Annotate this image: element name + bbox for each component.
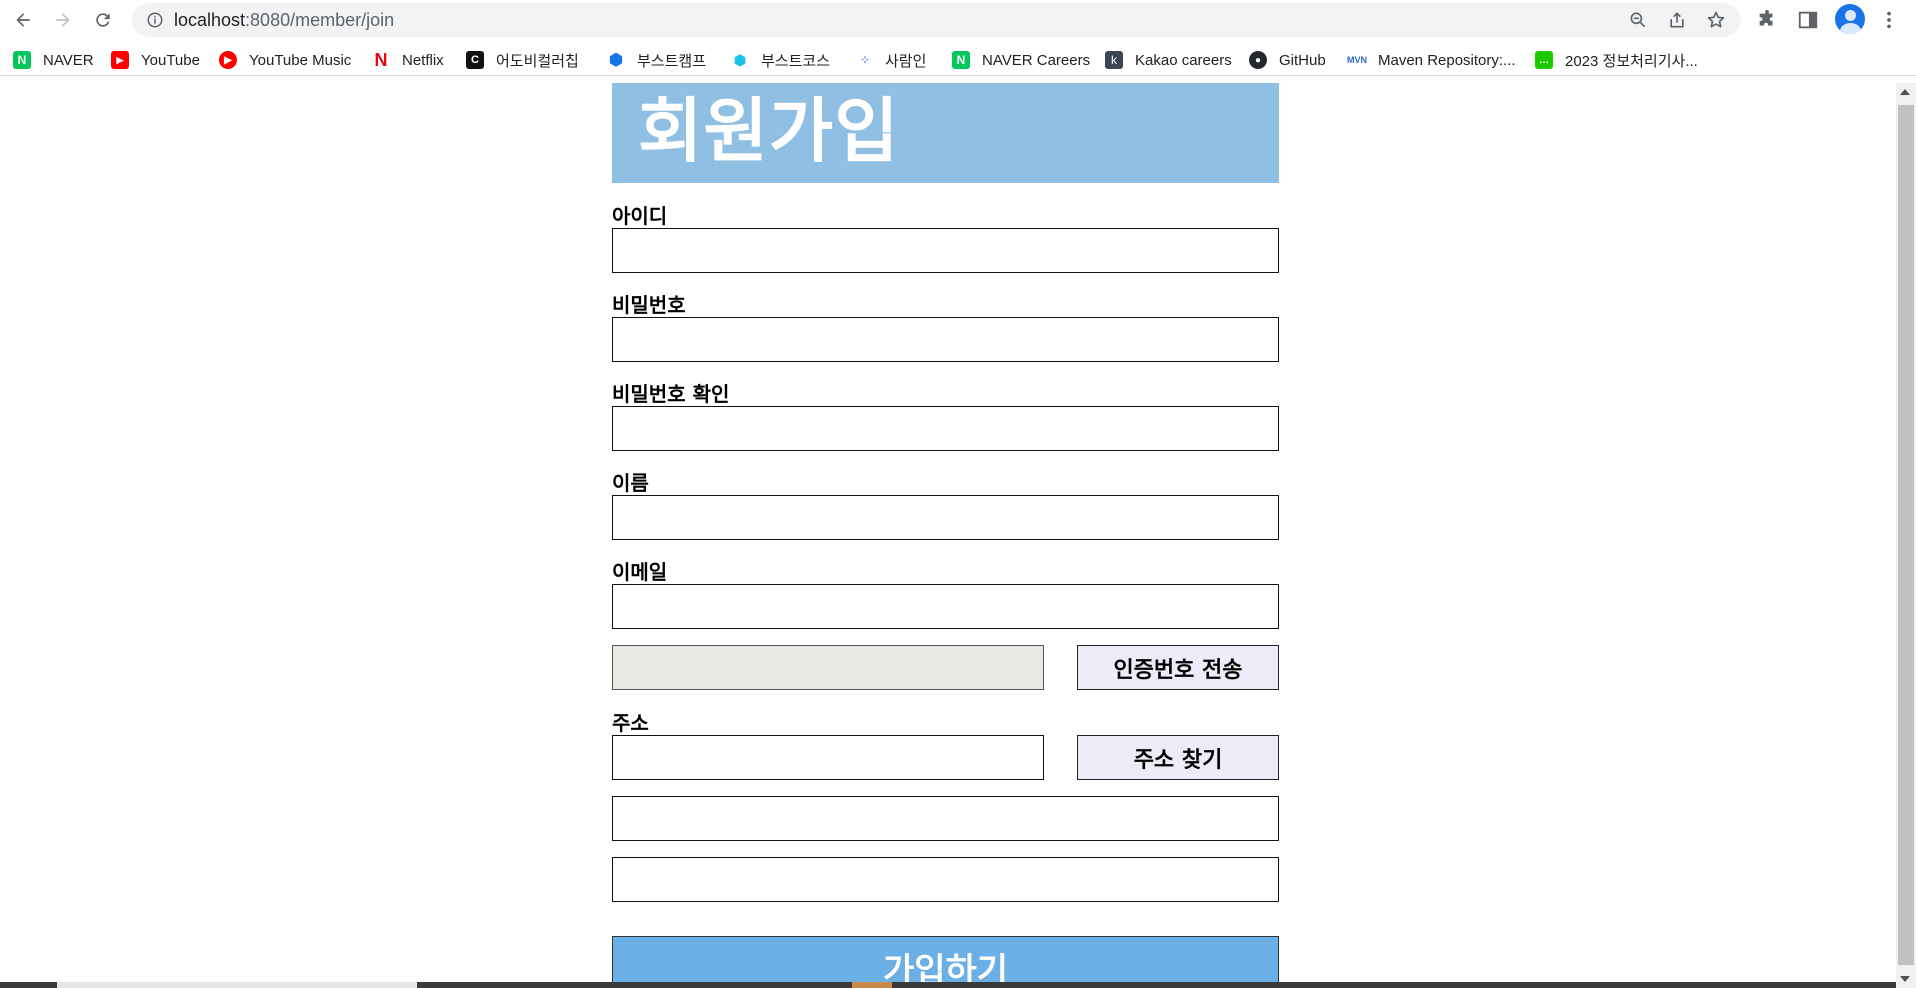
bookmark-maven-repository[interactable]: MVN Maven Repository:... [1347, 49, 1516, 71]
id-label: 아이디 [612, 204, 668, 228]
bookmark-kakao-careers[interactable]: k Kakao careers [1105, 49, 1232, 71]
email-input[interactable] [612, 584, 1279, 629]
taskbar-strip [0, 982, 1896, 988]
bookmarks-bar: N NAVER ▶ YouTube ▶ YouTube Music N Netflix … [0, 44, 1916, 76]
youtube-music-icon: ▶ [219, 51, 237, 69]
forward-button[interactable] [49, 6, 77, 34]
bookmark-youtube[interactable]: ▶ YouTube [111, 49, 200, 71]
maven-icon: MVN [1347, 55, 1367, 65]
puzzle-icon [1759, 9, 1773, 26]
youtube-icon: ▶ [111, 51, 129, 69]
password-confirm-input[interactable] [612, 406, 1279, 451]
zoom-icon[interactable] [1628, 10, 1648, 30]
avatar-head [1845, 10, 1856, 21]
address-detail-input[interactable] [612, 857, 1279, 902]
back-arrow-icon [16, 13, 30, 27]
url-path: :8080/member/join [245, 10, 395, 30]
bookmark-label: 부스트코스 [761, 52, 831, 70]
extensions-button[interactable] [1755, 8, 1779, 32]
bookmark-label: YouTube [141, 51, 200, 69]
bookmark-star-icon[interactable] [1706, 10, 1726, 30]
email-label: 이메일 [612, 560, 668, 584]
scroll-up-arrow-icon[interactable] [1900, 89, 1910, 95]
postcode-input[interactable] [612, 735, 1044, 780]
bookmark-boostcamp[interactable]: ⬢ 부스트캠프 [607, 49, 706, 71]
bookmark-label: 사람인 [885, 52, 927, 70]
page-header: 회원가입 [612, 83, 1279, 183]
bookmark-youtube-music[interactable]: ▶ YouTube Music [219, 49, 351, 71]
verification-code-input [612, 645, 1044, 690]
back-button[interactable] [9, 6, 37, 34]
reload-icon [96, 13, 110, 27]
page-scrollbar[interactable] [1896, 83, 1916, 988]
bookmark-label: Maven Repository:... [1378, 51, 1516, 69]
address-label: 주소 [612, 711, 649, 735]
kebab-menu-icon [1887, 11, 1891, 29]
bookmark-naver[interactable]: N NAVER [13, 49, 94, 71]
bookmark-saramin[interactable]: ⁘ 사람인 [855, 49, 926, 71]
bookmark-label: GitHub [1279, 51, 1326, 69]
name-label: 이름 [612, 471, 649, 495]
chat-bubble-icon: … [1535, 51, 1553, 69]
browser-toolbar: localhost:8080/member/join [0, 0, 1916, 40]
taskbar-segment-accent [852, 982, 892, 988]
avatar-body [1840, 23, 1861, 34]
naver-icon: N [13, 51, 31, 69]
bookmark-label: 어도비컬러칩 [496, 52, 579, 70]
site-info-icon[interactable] [146, 11, 164, 29]
bookmark-naver-careers[interactable]: N NAVER Careers [952, 49, 1090, 71]
bookmark-adobe-color[interactable]: C 어도비컬러칩 [466, 49, 579, 71]
bookmark-engineer-exam[interactable]: … 2023 정보처리기사... [1535, 49, 1698, 71]
address-input[interactable] [612, 796, 1279, 841]
send-code-button[interactable]: 인증번호 전송 [1077, 645, 1279, 690]
github-icon: ● [1249, 51, 1267, 69]
reload-button[interactable] [89, 6, 117, 34]
page-title: 회원가입 [638, 90, 900, 172]
boostcamp-icon: ⬢ [609, 52, 623, 69]
find-address-button[interactable]: 주소 찾기 [1077, 735, 1279, 780]
saramin-icon: ⁘ [859, 53, 870, 67]
boostcourse-icon: ⬢ [733, 51, 747, 68]
forward-arrow-icon [56, 13, 70, 27]
side-panel-button[interactable] [1796, 8, 1820, 32]
address-bar[interactable]: localhost:8080/member/join [132, 3, 1741, 37]
password-input[interactable] [612, 317, 1279, 362]
bookmark-boostcourse[interactable]: ⬢ 부스트코스 [731, 49, 830, 71]
bookmark-label: NAVER [43, 51, 94, 69]
side-panel-icon [1798, 11, 1818, 29]
id-input[interactable] [612, 228, 1279, 273]
bookmark-label: 2023 정보처리기사... [1565, 52, 1698, 70]
bookmark-label: Kakao careers [1135, 51, 1232, 69]
submit-button[interactable]: 가입하기 [612, 936, 1279, 988]
adobe-color-icon: C [466, 51, 484, 69]
bookmark-label: YouTube Music [249, 51, 352, 69]
taskbar-segment [57, 982, 417, 988]
bookmark-netflix[interactable]: N Netflix [372, 49, 444, 71]
scroll-thumb[interactable] [1898, 105, 1914, 965]
share-icon[interactable] [1667, 10, 1687, 30]
netflix-icon: N [374, 49, 388, 70]
menu-button[interactable] [1877, 8, 1901, 32]
password-label: 비밀번호 [612, 293, 686, 317]
bookmark-label: 부스트캠프 [637, 52, 707, 70]
scroll-down-arrow-icon[interactable] [1900, 976, 1910, 982]
page-viewport: 회원가입 아이디 비밀번호 비밀번호 확인 이름 이메일 인증번호 전송 주소 … [0, 83, 1896, 988]
naver-careers-icon: N [952, 51, 970, 69]
bookmark-label: Netflix [402, 51, 444, 69]
bookmark-github[interactable]: ● GitHub [1249, 49, 1326, 71]
bookmark-label: NAVER Careers [982, 51, 1091, 69]
password-confirm-label: 비밀번호 확인 [612, 382, 730, 406]
url-text[interactable]: localhost:8080/member/join [174, 10, 394, 31]
profile-avatar[interactable] [1835, 4, 1865, 34]
url-host: localhost [174, 10, 246, 30]
name-input[interactable] [612, 495, 1279, 540]
kakao-careers-icon: k [1105, 51, 1123, 69]
